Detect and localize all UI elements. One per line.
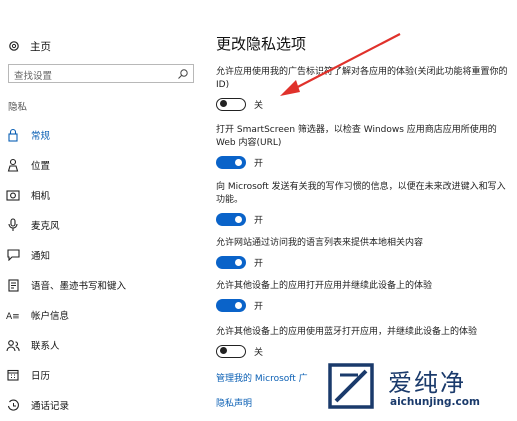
toggle-state-label: 开 [254, 215, 264, 226]
contacts-icon [6, 339, 20, 351]
option-description: 打开 SmartScreen 筛选器，以检查 Windows 应用商店应用所使用… [216, 125, 497, 148]
sidebar-item-calendar[interactable]: 日历 [0, 360, 196, 390]
watermark-logo-icon [328, 363, 374, 409]
toggle-switch[interactable] [216, 255, 246, 269]
option-description: 允许其他设备上的应用使用蓝牙打开应用，并继续此设备上的体验 [216, 327, 478, 337]
option-smartscreen: 打开 SmartScreen 筛选器，以检查 Windows 应用商店应用所使用… [216, 124, 508, 169]
sidebar-item-speech[interactable]: 语音、墨迹书写和键入 [0, 270, 196, 300]
option-description: 允许其他设备上的应用打开应用并继续此设备上的体验 [216, 281, 433, 291]
toggle-switch[interactable] [216, 344, 246, 358]
watermark-url: aichunjing.com [390, 396, 480, 408]
toggle-switch[interactable] [216, 97, 246, 111]
sidebar-item-account-info[interactable]: A≡ 帐户信息 [0, 300, 196, 330]
watermark: 爱纯净 aichunjing.com [326, 361, 510, 417]
toggle-state-label: 开 [254, 301, 264, 312]
option-writing-habits: 向 Microsoft 发送有关我的写作习惯的信息，以便在未来改进键入和写入功能… [216, 181, 508, 226]
search-input[interactable]: 查找设置 [8, 64, 194, 83]
sidebar-item-label: 相机 [31, 191, 51, 202]
home-nav-item[interactable]: 主页 [8, 37, 51, 55]
toggle-switch[interactable] [216, 298, 246, 312]
sidebar-item-camera[interactable]: 相机 [0, 180, 196, 210]
toggle-switch[interactable] [216, 155, 246, 169]
location-icon [7, 158, 19, 172]
lock-icon [8, 128, 18, 142]
camera-icon [6, 190, 20, 201]
sidebar-item-call-history[interactable]: 通话记录 [0, 390, 196, 420]
microphone-icon [8, 218, 18, 231]
sidebar-item-label: 常规 [31, 131, 51, 142]
sidebar-item-label: 联系人 [31, 341, 60, 352]
sidebar-item-notifications[interactable]: 通知 [0, 240, 196, 270]
sidebar-item-label: 语音、墨迹书写和键入 [31, 281, 127, 292]
sidebar-item-label: 麦克风 [31, 221, 60, 232]
toggle-state-label: 关 [254, 347, 264, 358]
toggle-state-label: 开 [254, 258, 264, 269]
calendar-icon [7, 369, 19, 381]
watermark-text: 爱纯净 [388, 369, 466, 397]
sidebar-item-label: 帐户信息 [31, 311, 70, 322]
sidebar-item-label: 通话记录 [31, 401, 70, 412]
notification-icon [6, 249, 20, 261]
manage-microsoft-ads-link[interactable]: 管理我的 Microsoft 广 [216, 371, 308, 384]
toggle-state-label: 关 [254, 100, 264, 111]
call-history-icon [7, 399, 19, 411]
option-description: 向 Microsoft 发送有关我的写作习惯的信息，以便在未来改进键入和写入功能… [216, 182, 506, 205]
gear-icon [9, 41, 19, 51]
annotation-arrow-icon [280, 33, 401, 96]
sidebar: 主页 查找设置 隐私 常规 位置 相机 麦克风 通知 语音、墨迹书写和键入 A≡… [0, 0, 196, 421]
search-placeholder: 查找设置 [14, 71, 53, 82]
sidebar-item-location[interactable]: 位置 [0, 150, 196, 180]
option-language-list: 允许网站通过访问我的语言列表来提供本地相关内容 开 [216, 237, 508, 269]
sidebar-item-label: 位置 [31, 161, 51, 172]
privacy-nav: 常规 位置 相机 麦克风 通知 语音、墨迹书写和键入 A≡ 帐户信息 联系人 日… [0, 120, 196, 420]
option-other-devices: 允许其他设备上的应用打开应用并继续此设备上的体验 开 [216, 280, 508, 312]
search-icon [178, 69, 188, 79]
option-bluetooth-devices: 允许其他设备上的应用使用蓝牙打开应用，并继续此设备上的体验 关 [216, 326, 508, 358]
toggle-state-label: 开 [254, 158, 264, 169]
sidebar-item-microphone[interactable]: 麦克风 [0, 210, 196, 240]
home-label: 主页 [30, 40, 51, 53]
sidebar-item-label: 日历 [31, 371, 51, 382]
sidebar-item-label: 通知 [31, 251, 51, 262]
section-label: 隐私 [8, 102, 28, 113]
speech-icon [7, 278, 19, 292]
svg-text:A≡: A≡ [6, 312, 20, 321]
sidebar-item-contacts[interactable]: 联系人 [0, 330, 196, 360]
sidebar-item-general[interactable]: 常规 [0, 120, 196, 150]
toggle-switch[interactable] [216, 212, 246, 226]
account-info-icon: A≡ [6, 312, 20, 321]
privacy-statement-link[interactable]: 隐私声明 [216, 396, 252, 409]
option-description: 允许网站通过访问我的语言列表来提供本地相关内容 [216, 238, 424, 248]
